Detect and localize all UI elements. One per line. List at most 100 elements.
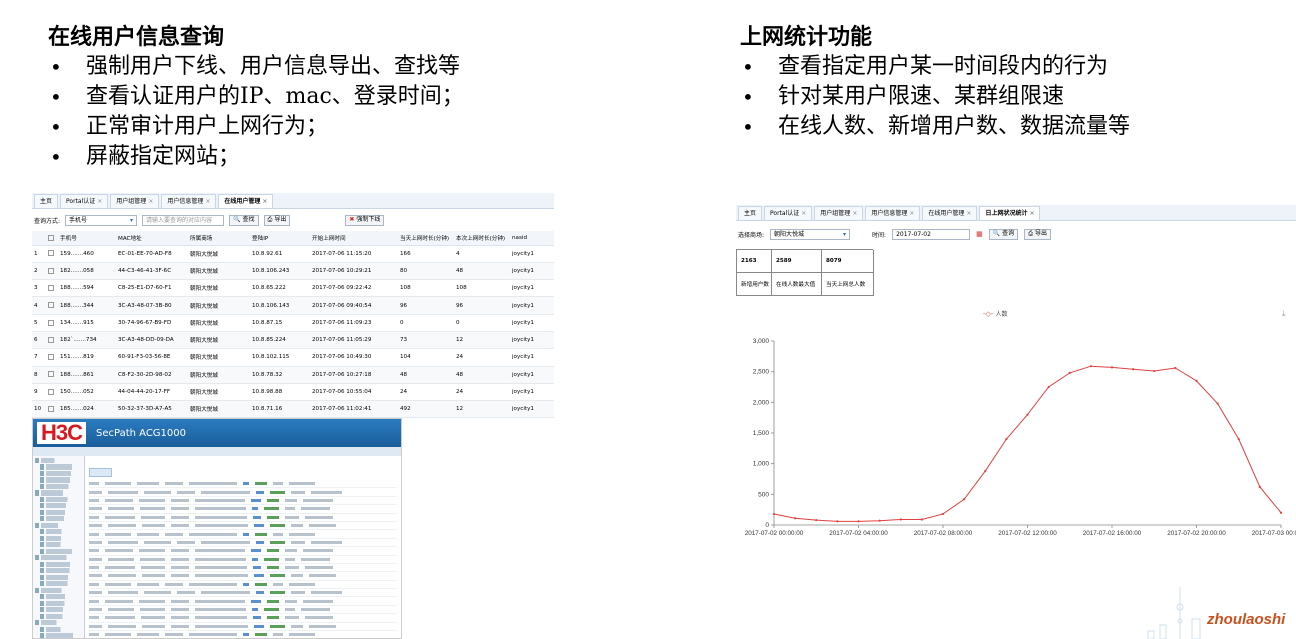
- close-icon[interactable]: ×: [97, 198, 102, 205]
- data-point[interactable]: [1279, 511, 1283, 514]
- data-point[interactable]: [899, 518, 902, 521]
- data-point[interactable]: [1174, 366, 1177, 370]
- data-point[interactable]: [1258, 485, 1261, 489]
- log-row[interactable]: [89, 497, 397, 506]
- row-checkbox[interactable]: [48, 354, 54, 361]
- tab-user-info[interactable]: 用户信息管理 ×: [161, 193, 217, 208]
- data-point[interactable]: [963, 498, 966, 501]
- nav-tree-item[interactable]: [40, 535, 71, 541]
- row-checkbox[interactable]: [48, 250, 54, 257]
- calendar-icon[interactable]: ▦: [976, 230, 983, 238]
- tab-portal-auth[interactable]: Portal认证 ×: [60, 193, 109, 208]
- log-row[interactable]: [89, 597, 397, 606]
- tab-home[interactable]: 主页: [34, 193, 59, 208]
- data-point[interactable]: [1110, 366, 1114, 369]
- data-point[interactable]: [857, 520, 860, 523]
- data-point[interactable]: [794, 517, 797, 520]
- nav-tree-item[interactable]: [40, 477, 83, 483]
- search-input[interactable]: 请输入要查询的对应内容: [142, 214, 225, 226]
- table-row[interactable]: 4 188.......344 3C-A3-48-07-3B-80 朝阳大悦城 10.8…: [32, 296, 554, 315]
- nav-tree-item[interactable]: [40, 568, 82, 574]
- search-button[interactable]: 🔍 查找: [229, 214, 259, 226]
- data-point[interactable]: [1237, 438, 1240, 441]
- data-point[interactable]: [1153, 369, 1156, 373]
- nav-tree-item[interactable]: [35, 490, 75, 496]
- download-icon[interactable]: ⤓: [1282, 309, 1286, 319]
- close-icon[interactable]: ×: [1029, 210, 1034, 217]
- export-button[interactable]: ⎙ 导出: [263, 214, 291, 226]
- row-checkbox[interactable]: [48, 388, 54, 395]
- log-row[interactable]: [89, 614, 397, 623]
- nav-tree-item[interactable]: [40, 509, 76, 515]
- log-row[interactable]: [89, 505, 397, 514]
- table-row[interactable]: 6 182`.......734 3C-A3-48-DD-09-DA 朝阳大悦城 10.…: [32, 331, 554, 350]
- table-row[interactable]: 2 182.......058 44-C3-46-41-3F-6C 朝阳大悦城 10.8…: [32, 262, 554, 281]
- close-icon[interactable]: ×: [966, 210, 971, 217]
- log-row[interactable]: [89, 606, 397, 615]
- nav-tree-item[interactable]: [40, 607, 74, 613]
- log-row[interactable]: [89, 572, 397, 581]
- row-checkbox[interactable]: [48, 302, 54, 309]
- table-row[interactable]: 1 159.......460 EC-01-EE-70-AD-F8 朝阳大悦城 10.8…: [32, 245, 554, 263]
- close-icon[interactable]: ×: [262, 198, 267, 205]
- nav-tree-item[interactable]: [40, 496, 79, 502]
- tab-portal-auth[interactable]: Portal认证 ×: [764, 205, 813, 220]
- log-row[interactable]: [89, 480, 397, 489]
- data-point[interactable]: [1089, 365, 1092, 368]
- close-icon[interactable]: ×: [909, 210, 914, 217]
- table-row[interactable]: 9 150.......052 44-04-44-20-17-FF 朝阳大悦城 10.8…: [32, 383, 554, 402]
- tab-user-group[interactable]: 用户组管理 ×: [110, 193, 160, 208]
- tab-online-users[interactable]: 在线用户管理 ×: [922, 205, 978, 220]
- data-point[interactable]: [1216, 402, 1219, 405]
- log-row[interactable]: [89, 514, 397, 522]
- log-row[interactable]: [89, 623, 397, 632]
- data-point[interactable]: [1026, 413, 1029, 416]
- col-session-duration[interactable]: 本次上网时长(分钟): [454, 231, 510, 246]
- row-checkbox[interactable]: [48, 284, 54, 291]
- nav-tree-item[interactable]: [40, 600, 75, 606]
- data-point[interactable]: [815, 518, 818, 522]
- tab-daily-stats[interactable]: 日上网状况统计 ×: [979, 205, 1041, 220]
- tab-home[interactable]: 主页: [738, 205, 763, 220]
- col-day-duration[interactable]: 当天上网时长(分钟): [398, 231, 454, 246]
- tab-user-group[interactable]: 用户组管理 ×: [814, 205, 864, 220]
- close-icon[interactable]: ×: [148, 198, 153, 205]
- row-checkbox[interactable]: [48, 336, 54, 343]
- col-phone[interactable]: 手机号: [58, 231, 116, 246]
- table-row[interactable]: 5 134.......915 30-74-96-67-B9-FD 朝阳大悦城 10.8…: [32, 314, 554, 332]
- log-row[interactable]: [89, 581, 397, 590]
- tab-user-info[interactable]: 用户信息管理 ×: [865, 205, 921, 220]
- data-point[interactable]: [1047, 385, 1050, 389]
- log-row[interactable]: [89, 488, 397, 497]
- nav-tree-item[interactable]: [40, 503, 78, 509]
- nav-tree-item[interactable]: [35, 458, 64, 464]
- nav-tree-item[interactable]: [40, 594, 77, 600]
- data-point[interactable]: [984, 469, 987, 473]
- export-button[interactable]: ⎙ 导出: [1024, 228, 1052, 240]
- nav-tree-item[interactable]: [40, 529, 72, 535]
- nav-tree-item[interactable]: [40, 574, 81, 580]
- log-row[interactable]: [89, 530, 397, 539]
- nav-tree-item[interactable]: [35, 620, 66, 626]
- mall-select[interactable]: 朝阳大悦城 ▾: [770, 228, 851, 240]
- log-row[interactable]: [89, 547, 397, 556]
- row-checkbox[interactable]: [48, 371, 54, 378]
- force-offline-button[interactable]: ✖ 强制下线: [345, 214, 385, 226]
- col-login-ip[interactable]: 登陆IP: [250, 231, 310, 246]
- close-icon[interactable]: ×: [801, 210, 806, 217]
- log-row[interactable]: [89, 564, 397, 573]
- table-row[interactable]: 3 188.......594 C8-25-E1-D7-60-F1 朝阳大悦城 10.8…: [32, 279, 554, 298]
- console-tab[interactable]: [89, 468, 112, 477]
- table-row[interactable]: 7 151.......819 60-91-F3-03-56-8E 朝阳大悦城 10.8…: [32, 348, 554, 367]
- data-point[interactable]: [1005, 438, 1008, 441]
- row-checkbox[interactable]: [48, 406, 54, 413]
- nav-tree-item[interactable]: [40, 516, 75, 522]
- search-button[interactable]: 🔍 查询: [988, 228, 1019, 240]
- log-row[interactable]: [89, 589, 397, 598]
- log-row[interactable]: [89, 556, 397, 564]
- log-row[interactable]: [89, 631, 397, 638]
- nav-tree-item[interactable]: [40, 581, 79, 587]
- nav-tree-item[interactable]: [35, 587, 73, 593]
- nav-tree-item[interactable]: [40, 548, 87, 554]
- data-point[interactable]: [772, 512, 776, 516]
